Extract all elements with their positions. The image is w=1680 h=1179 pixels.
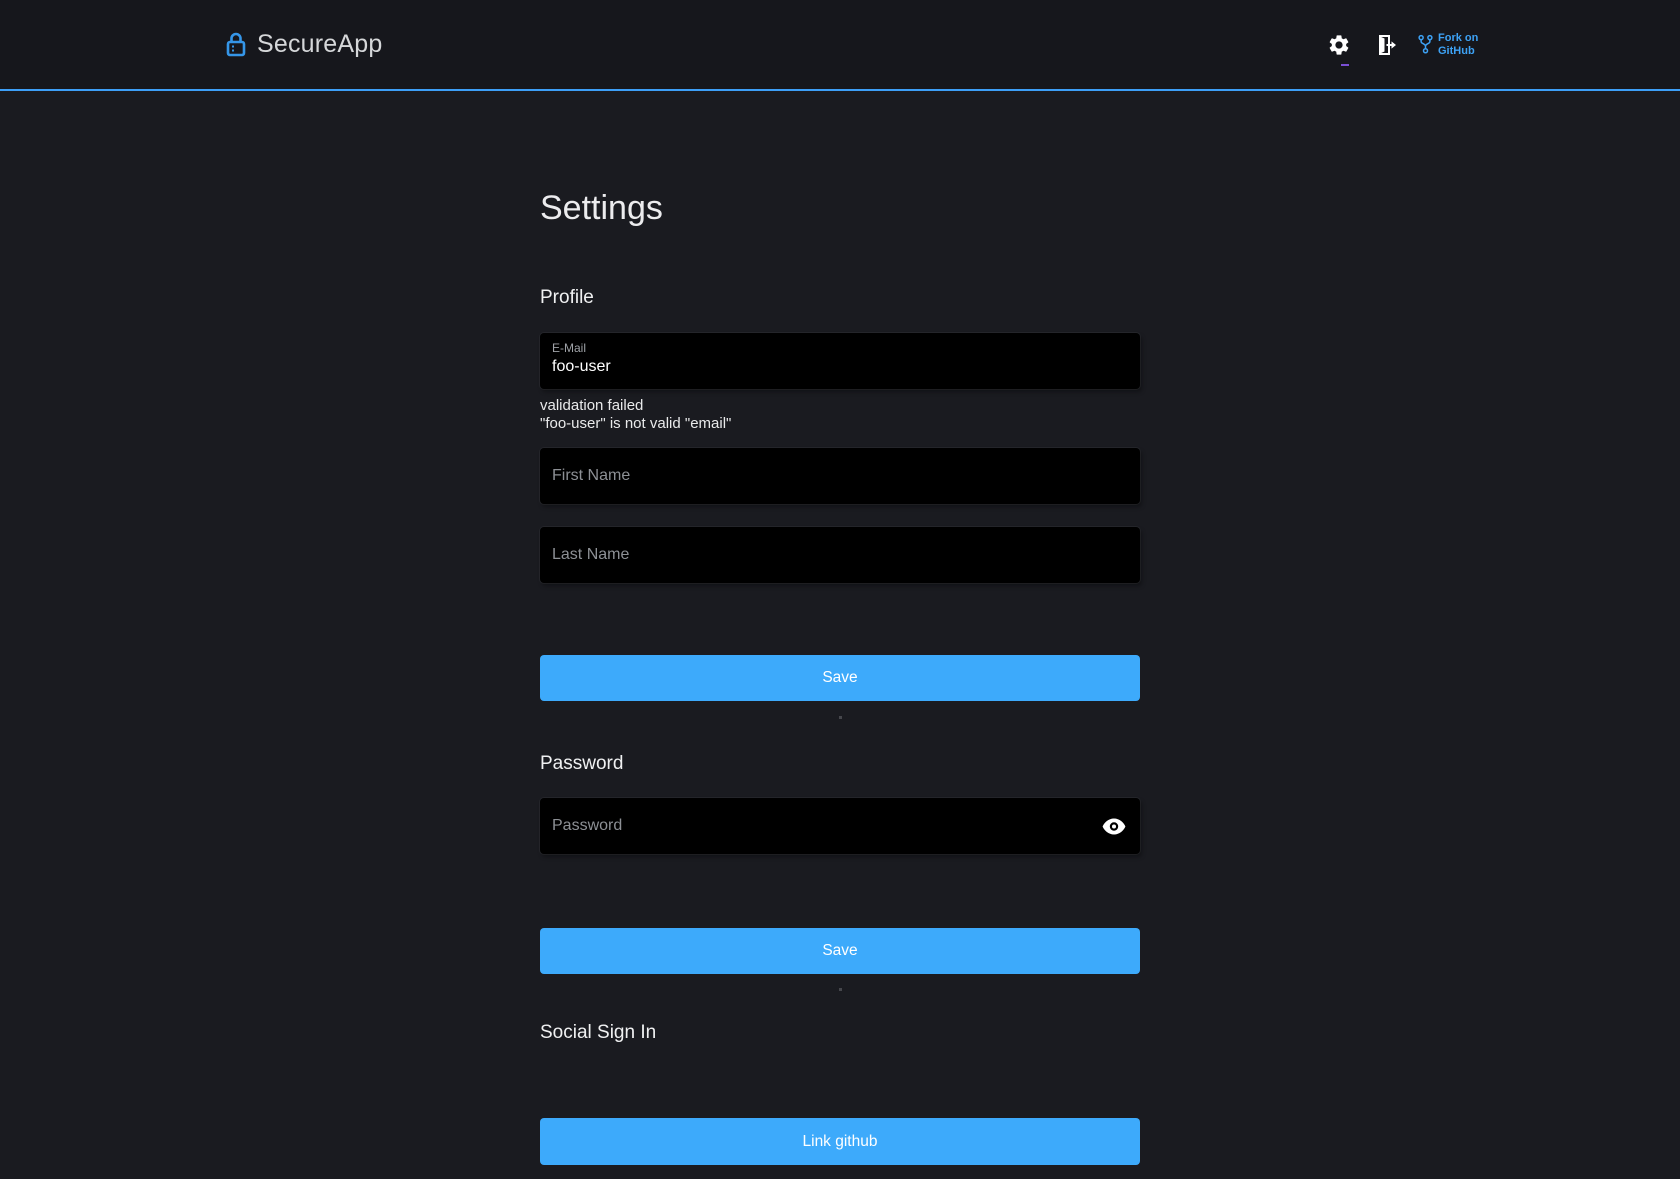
gear-underscore-mark	[1341, 64, 1349, 66]
header-actions: Fork on GitHub	[1326, 0, 1490, 89]
divider-dot	[839, 988, 842, 991]
password-input[interactable]	[540, 798, 1140, 854]
toggle-password-visibility-button[interactable]	[1102, 815, 1126, 837]
settings-page: Settings Profile E-Mail validation faile…	[540, 188, 1140, 1165]
password-section-heading: Password	[540, 753, 1140, 775]
last-name-input[interactable]	[540, 527, 1140, 583]
page-title: Settings	[540, 188, 1140, 228]
app-title: SecureApp	[257, 30, 383, 59]
password-field[interactable]	[540, 798, 1140, 854]
fork-link-label: Fork on GitHub	[1438, 32, 1490, 58]
lock-icon	[225, 32, 247, 58]
save-password-button[interactable]: Save	[540, 928, 1140, 974]
eye-icon	[1102, 818, 1126, 835]
logout-button[interactable]	[1372, 32, 1398, 58]
first-name-input[interactable]	[540, 448, 1140, 504]
first-name-field[interactable]	[540, 448, 1140, 504]
email-field[interactable]: E-Mail	[540, 333, 1140, 389]
save-profile-button[interactable]: Save	[540, 655, 1140, 701]
last-name-field[interactable]	[540, 527, 1140, 583]
validation-error-line1: validation failed	[540, 397, 1140, 415]
gear-icon	[1327, 33, 1351, 57]
social-sign-in-heading: Social Sign In	[540, 1022, 1140, 1044]
email-input[interactable]	[552, 355, 1128, 379]
profile-section-heading: Profile	[540, 287, 1140, 309]
brand: SecureApp	[225, 0, 383, 89]
app-header: SecureApp	[0, 0, 1680, 91]
git-fork-icon	[1418, 34, 1433, 55]
divider-dot	[839, 716, 842, 719]
validation-error-line2: "foo-user" is not valid "email"	[540, 415, 1140, 433]
fork-on-github-link[interactable]: Fork on GitHub	[1418, 32, 1490, 58]
validation-error: validation failed "foo-user" is not vali…	[540, 397, 1140, 432]
email-field-label: E-Mail	[552, 341, 1128, 355]
logout-door-icon	[1373, 33, 1397, 57]
settings-button[interactable]	[1326, 32, 1352, 58]
link-github-button[interactable]: Link github	[540, 1118, 1140, 1165]
